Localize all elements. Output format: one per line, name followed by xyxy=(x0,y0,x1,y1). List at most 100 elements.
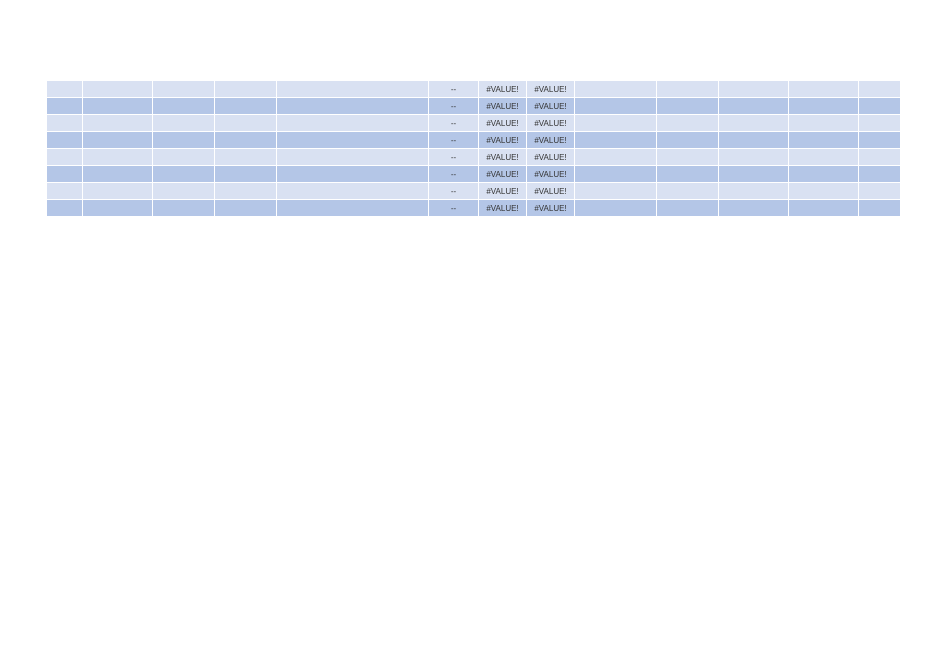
cell[interactable] xyxy=(719,81,789,98)
cell[interactable] xyxy=(47,166,83,183)
cell-error[interactable]: #VALUE! xyxy=(527,98,575,115)
cell[interactable] xyxy=(575,200,657,217)
cell[interactable] xyxy=(719,98,789,115)
cell[interactable] xyxy=(83,81,153,98)
cell[interactable] xyxy=(47,98,83,115)
table-row[interactable]: -- #VALUE! #VALUE! xyxy=(47,98,901,115)
cell[interactable] xyxy=(153,200,215,217)
cell[interactable] xyxy=(575,98,657,115)
cell[interactable] xyxy=(153,98,215,115)
cell[interactable]: -- xyxy=(429,166,479,183)
cell[interactable] xyxy=(789,149,859,166)
cell[interactable] xyxy=(277,200,429,217)
cell[interactable] xyxy=(859,166,901,183)
cell-error[interactable]: #VALUE! xyxy=(527,115,575,132)
cell[interactable] xyxy=(719,115,789,132)
table-row[interactable]: -- #VALUE! #VALUE! xyxy=(47,183,901,200)
cell[interactable] xyxy=(575,115,657,132)
cell[interactable] xyxy=(789,200,859,217)
cell-error[interactable]: #VALUE! xyxy=(527,132,575,149)
cell-error[interactable]: #VALUE! xyxy=(479,132,527,149)
cell[interactable] xyxy=(215,115,277,132)
cell[interactable] xyxy=(719,132,789,149)
cell-error[interactable]: #VALUE! xyxy=(527,81,575,98)
cell[interactable] xyxy=(277,98,429,115)
cell[interactable]: -- xyxy=(429,200,479,217)
cell-error[interactable]: #VALUE! xyxy=(527,183,575,200)
cell[interactable] xyxy=(575,149,657,166)
cell[interactable] xyxy=(789,98,859,115)
cell[interactable] xyxy=(47,200,83,217)
cell[interactable] xyxy=(153,166,215,183)
cell-error[interactable]: #VALUE! xyxy=(479,149,527,166)
table-row[interactable]: -- #VALUE! #VALUE! xyxy=(47,200,901,217)
cell[interactable]: -- xyxy=(429,183,479,200)
cell[interactable] xyxy=(153,132,215,149)
cell[interactable] xyxy=(575,183,657,200)
cell-error[interactable]: #VALUE! xyxy=(479,115,527,132)
table-row[interactable]: -- #VALUE! #VALUE! xyxy=(47,132,901,149)
cell[interactable] xyxy=(215,166,277,183)
cell-error[interactable]: #VALUE! xyxy=(479,81,527,98)
cell[interactable] xyxy=(789,115,859,132)
cell-error[interactable]: #VALUE! xyxy=(527,166,575,183)
cell[interactable] xyxy=(277,132,429,149)
cell[interactable] xyxy=(215,183,277,200)
cell[interactable] xyxy=(277,149,429,166)
cell[interactable]: -- xyxy=(429,98,479,115)
cell-error[interactable]: #VALUE! xyxy=(479,200,527,217)
cell[interactable] xyxy=(859,98,901,115)
cell[interactable] xyxy=(47,81,83,98)
cell-error[interactable]: #VALUE! xyxy=(479,98,527,115)
cell-error[interactable]: #VALUE! xyxy=(479,183,527,200)
cell[interactable] xyxy=(215,149,277,166)
cell[interactable] xyxy=(153,81,215,98)
cell[interactable] xyxy=(83,98,153,115)
cell[interactable] xyxy=(789,132,859,149)
cell[interactable] xyxy=(83,166,153,183)
cell[interactable] xyxy=(719,200,789,217)
table-row[interactable]: -- #VALUE! #VALUE! xyxy=(47,115,901,132)
cell[interactable] xyxy=(859,200,901,217)
cell[interactable] xyxy=(575,81,657,98)
cell[interactable] xyxy=(277,115,429,132)
cell-error[interactable]: #VALUE! xyxy=(479,166,527,183)
table-row[interactable]: -- #VALUE! #VALUE! xyxy=(47,166,901,183)
cell[interactable] xyxy=(83,200,153,217)
cell[interactable] xyxy=(859,149,901,166)
cell[interactable] xyxy=(215,132,277,149)
cell[interactable] xyxy=(47,132,83,149)
cell[interactable] xyxy=(657,81,719,98)
cell[interactable] xyxy=(657,132,719,149)
cell[interactable] xyxy=(153,183,215,200)
cell[interactable] xyxy=(47,183,83,200)
cell[interactable] xyxy=(153,115,215,132)
cell[interactable] xyxy=(859,183,901,200)
cell[interactable] xyxy=(859,81,901,98)
table-row[interactable]: -- #VALUE! #VALUE! xyxy=(47,81,901,98)
cell[interactable] xyxy=(215,81,277,98)
cell[interactable] xyxy=(789,183,859,200)
cell-error[interactable]: #VALUE! xyxy=(527,149,575,166)
cell[interactable]: -- xyxy=(429,149,479,166)
cell[interactable] xyxy=(83,132,153,149)
cell[interactable] xyxy=(859,115,901,132)
cell[interactable] xyxy=(83,183,153,200)
cell[interactable] xyxy=(789,166,859,183)
cell[interactable]: -- xyxy=(429,81,479,98)
cell[interactable] xyxy=(657,98,719,115)
cell[interactable] xyxy=(277,166,429,183)
cell[interactable] xyxy=(153,149,215,166)
cell[interactable] xyxy=(657,115,719,132)
cell[interactable] xyxy=(575,166,657,183)
cell[interactable] xyxy=(277,183,429,200)
cell[interactable] xyxy=(277,81,429,98)
cell[interactable] xyxy=(789,81,859,98)
table-row[interactable]: -- #VALUE! #VALUE! xyxy=(47,149,901,166)
cell[interactable] xyxy=(657,166,719,183)
cell[interactable] xyxy=(657,149,719,166)
cell[interactable] xyxy=(719,149,789,166)
cell[interactable] xyxy=(657,200,719,217)
cell[interactable] xyxy=(719,183,789,200)
cell[interactable] xyxy=(719,166,789,183)
